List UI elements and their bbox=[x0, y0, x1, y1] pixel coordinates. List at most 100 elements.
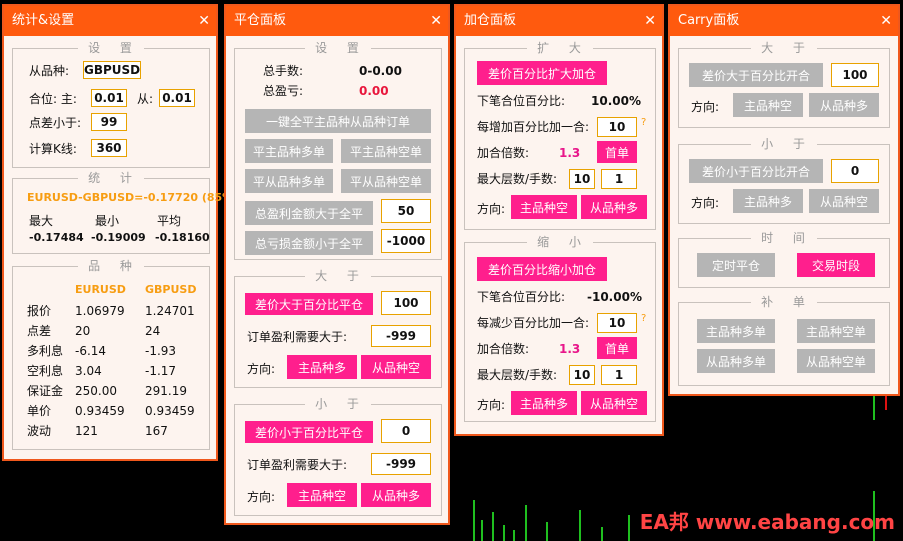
close-main-long-button[interactable]: 平主品种多单 bbox=[245, 139, 333, 163]
spread-input[interactable]: 99 bbox=[91, 113, 127, 131]
less-profit-label: 订单盈利需要大于: bbox=[247, 458, 348, 472]
carry-greater-open-button[interactable]: 差价大于百分比开合 bbox=[689, 63, 823, 87]
close-greater-group: 大 于 差价大于百分比平仓 100 订单盈利需要大于: -999 方向: 主品种… bbox=[234, 269, 442, 388]
stats-settings-panel: 统计&设置 ✕ 设 置 从品种: GBPUSD 合位: 主: 0.01 从: 0… bbox=[2, 4, 238, 461]
carry-less-dir-main-long-button[interactable]: 主品种多 bbox=[733, 189, 803, 213]
kline-input[interactable]: 360 bbox=[91, 139, 127, 157]
group-title: 小 于 bbox=[305, 397, 371, 411]
sup-main-short-button[interactable]: 主品种空单 bbox=[797, 319, 875, 343]
candle bbox=[503, 525, 505, 541]
symbol-input[interactable]: GBPUSD bbox=[83, 61, 141, 79]
sup-sub-short-button[interactable]: 从品种空单 bbox=[797, 349, 875, 373]
shrink-lots-input[interactable]: 1 bbox=[601, 365, 637, 385]
carry-greater-input[interactable]: 100 bbox=[831, 63, 879, 87]
direction-label: 方向: bbox=[247, 362, 276, 376]
close-sub-long-button[interactable]: 平从品种多单 bbox=[245, 169, 333, 193]
close-icon[interactable]: ✕ bbox=[880, 6, 892, 36]
shrink-each-label: 每减少百分比加一合: bbox=[477, 316, 590, 330]
panel-title: 平仓面板 bbox=[234, 13, 287, 28]
sup-sub-long-button[interactable]: 从品种多单 bbox=[697, 349, 775, 373]
greater-dir-sub-short-button[interactable]: 从品种空 bbox=[361, 355, 431, 379]
expand-dir-sub-long-button[interactable]: 从品种多 bbox=[581, 195, 647, 219]
carry-less-open-button[interactable]: 差价小于百分比开合 bbox=[689, 159, 823, 183]
time-group: 时 间 定时平仓 交易时段 bbox=[678, 231, 890, 288]
close-main-short-button[interactable]: 平主品种空单 bbox=[341, 139, 431, 163]
col-header-eurusd: EURUSD bbox=[75, 283, 126, 296]
group-title: 时 间 bbox=[751, 231, 817, 245]
carry-greater-dir-main-short-button[interactable]: 主品种空 bbox=[733, 93, 803, 117]
close-settings-group: 设 置 总手数: 0-0.00 总盈亏: 0.00 一键全平主品种从品种订单 平… bbox=[234, 41, 442, 260]
symbol-label: 从品种: bbox=[29, 64, 70, 78]
expand-layers-input[interactable]: 10 bbox=[569, 169, 595, 189]
lots-sub-input[interactable]: 0.01 bbox=[159, 89, 195, 107]
expand-dir-main-short-button[interactable]: 主品种空 bbox=[511, 195, 577, 219]
less-dir-main-short-button[interactable]: 主品种空 bbox=[287, 483, 357, 507]
row-value: -1.17 bbox=[145, 364, 177, 378]
expand-each-input[interactable]: 10 bbox=[597, 117, 637, 137]
trade-hours-button[interactable]: 交易时段 bbox=[797, 253, 875, 277]
help-icon[interactable]: ? bbox=[641, 117, 646, 128]
carry-less-input[interactable]: 0 bbox=[831, 159, 879, 183]
group-title: 统 计 bbox=[78, 171, 144, 185]
shrink-next-value: -10.00% bbox=[587, 290, 642, 304]
expand-lots-input[interactable]: 1 bbox=[601, 169, 637, 189]
row-value: 250.00 bbox=[75, 384, 117, 398]
group-title: 小 于 bbox=[751, 137, 817, 151]
shrink-each-input[interactable]: 10 bbox=[597, 313, 637, 333]
close-sub-short-button[interactable]: 平从品种空单 bbox=[341, 169, 431, 193]
close-all-button[interactable]: 一键全平主品种从品种订单 bbox=[245, 109, 431, 133]
supplement-group: 补 单 主品种多单 主品种空单 从品种多单 从品种空单 bbox=[678, 295, 890, 386]
panel-header: 统计&设置 ✕ bbox=[4, 6, 216, 36]
stats-group: 统 计 EURUSD-GBPUSD=-0.17720 (85%) 最大 最小 平… bbox=[12, 171, 238, 254]
carry-less-dir-sub-short-button[interactable]: 从品种空 bbox=[809, 189, 879, 213]
candle bbox=[601, 527, 603, 541]
help-icon[interactable]: ? bbox=[641, 313, 646, 324]
candle bbox=[492, 512, 494, 541]
lots-main-label: 合位: 主: bbox=[29, 92, 77, 106]
row-value: -6.14 bbox=[75, 344, 107, 358]
direction-label: 方向: bbox=[477, 202, 506, 216]
avg-label: 平均 bbox=[157, 214, 182, 228]
timed-close-button[interactable]: 定时平仓 bbox=[697, 253, 775, 277]
close-icon[interactable]: ✕ bbox=[198, 6, 210, 36]
carry-less-group: 小 于 差价小于百分比开合 0 方向: 主品种多 从品种空 bbox=[678, 137, 890, 224]
row-label: 波动 bbox=[27, 424, 52, 438]
expand-add-button[interactable]: 差价百分比扩大加仓 bbox=[477, 61, 607, 85]
min-label: 最小 bbox=[95, 214, 120, 228]
greater-dir-main-long-button[interactable]: 主品种多 bbox=[287, 355, 357, 379]
expand-first-order-button[interactable]: 首单 bbox=[597, 141, 637, 163]
settings-group: 设 置 从品种: GBPUSD 合位: 主: 0.01 从: 0.01 点差小于… bbox=[12, 41, 210, 168]
greater-value-input[interactable]: 100 bbox=[381, 291, 431, 315]
row-value: 1.06979 bbox=[75, 304, 125, 318]
shrink-dir-sub-short-button[interactable]: 从品种空 bbox=[581, 391, 647, 415]
max-label: 最大 bbox=[29, 214, 54, 228]
expand-next-value: 10.00% bbox=[591, 94, 641, 108]
max-value: -0.17484 bbox=[29, 231, 84, 244]
sup-main-long-button[interactable]: 主品种多单 bbox=[697, 319, 775, 343]
carry-greater-dir-sub-long-button[interactable]: 从品种多 bbox=[809, 93, 879, 117]
multiplier-label: 加合倍数: bbox=[477, 146, 530, 160]
row-label: 空利息 bbox=[27, 364, 64, 378]
less-dir-sub-long-button[interactable]: 从品种多 bbox=[361, 483, 431, 507]
greater-profit-input[interactable]: -999 bbox=[371, 325, 431, 347]
close-icon[interactable]: ✕ bbox=[644, 6, 656, 36]
profit-close-input[interactable]: 50 bbox=[381, 199, 431, 223]
shrink-layers-input[interactable]: 10 bbox=[569, 365, 595, 385]
loss-close-input[interactable]: -1000 bbox=[381, 229, 431, 253]
total-profit-label: 总盈亏: bbox=[263, 84, 304, 98]
less-close-button[interactable]: 差价小于百分比平仓 bbox=[245, 421, 373, 443]
greater-close-button[interactable]: 差价大于百分比平仓 bbox=[245, 293, 373, 315]
shrink-add-button[interactable]: 差价百分比缩小加仓 bbox=[477, 257, 607, 281]
shrink-first-order-button[interactable]: 首单 bbox=[597, 337, 637, 359]
loss-close-button[interactable]: 总亏损金额小于全平 bbox=[245, 231, 373, 255]
close-icon[interactable]: ✕ bbox=[430, 6, 442, 36]
total-lots-value: 0-0.00 bbox=[359, 64, 402, 78]
less-value-input[interactable]: 0 bbox=[381, 419, 431, 443]
shrink-dir-main-long-button[interactable]: 主品种多 bbox=[511, 391, 577, 415]
panel-header: 平仓面板 ✕ bbox=[226, 6, 448, 36]
lots-main-input[interactable]: 0.01 bbox=[91, 89, 127, 107]
row-label: 多利息 bbox=[27, 344, 64, 358]
total-profit-value: 0.00 bbox=[359, 84, 389, 98]
less-profit-input[interactable]: -999 bbox=[371, 453, 431, 475]
profit-close-button[interactable]: 总盈利金额大于全平 bbox=[245, 201, 373, 225]
